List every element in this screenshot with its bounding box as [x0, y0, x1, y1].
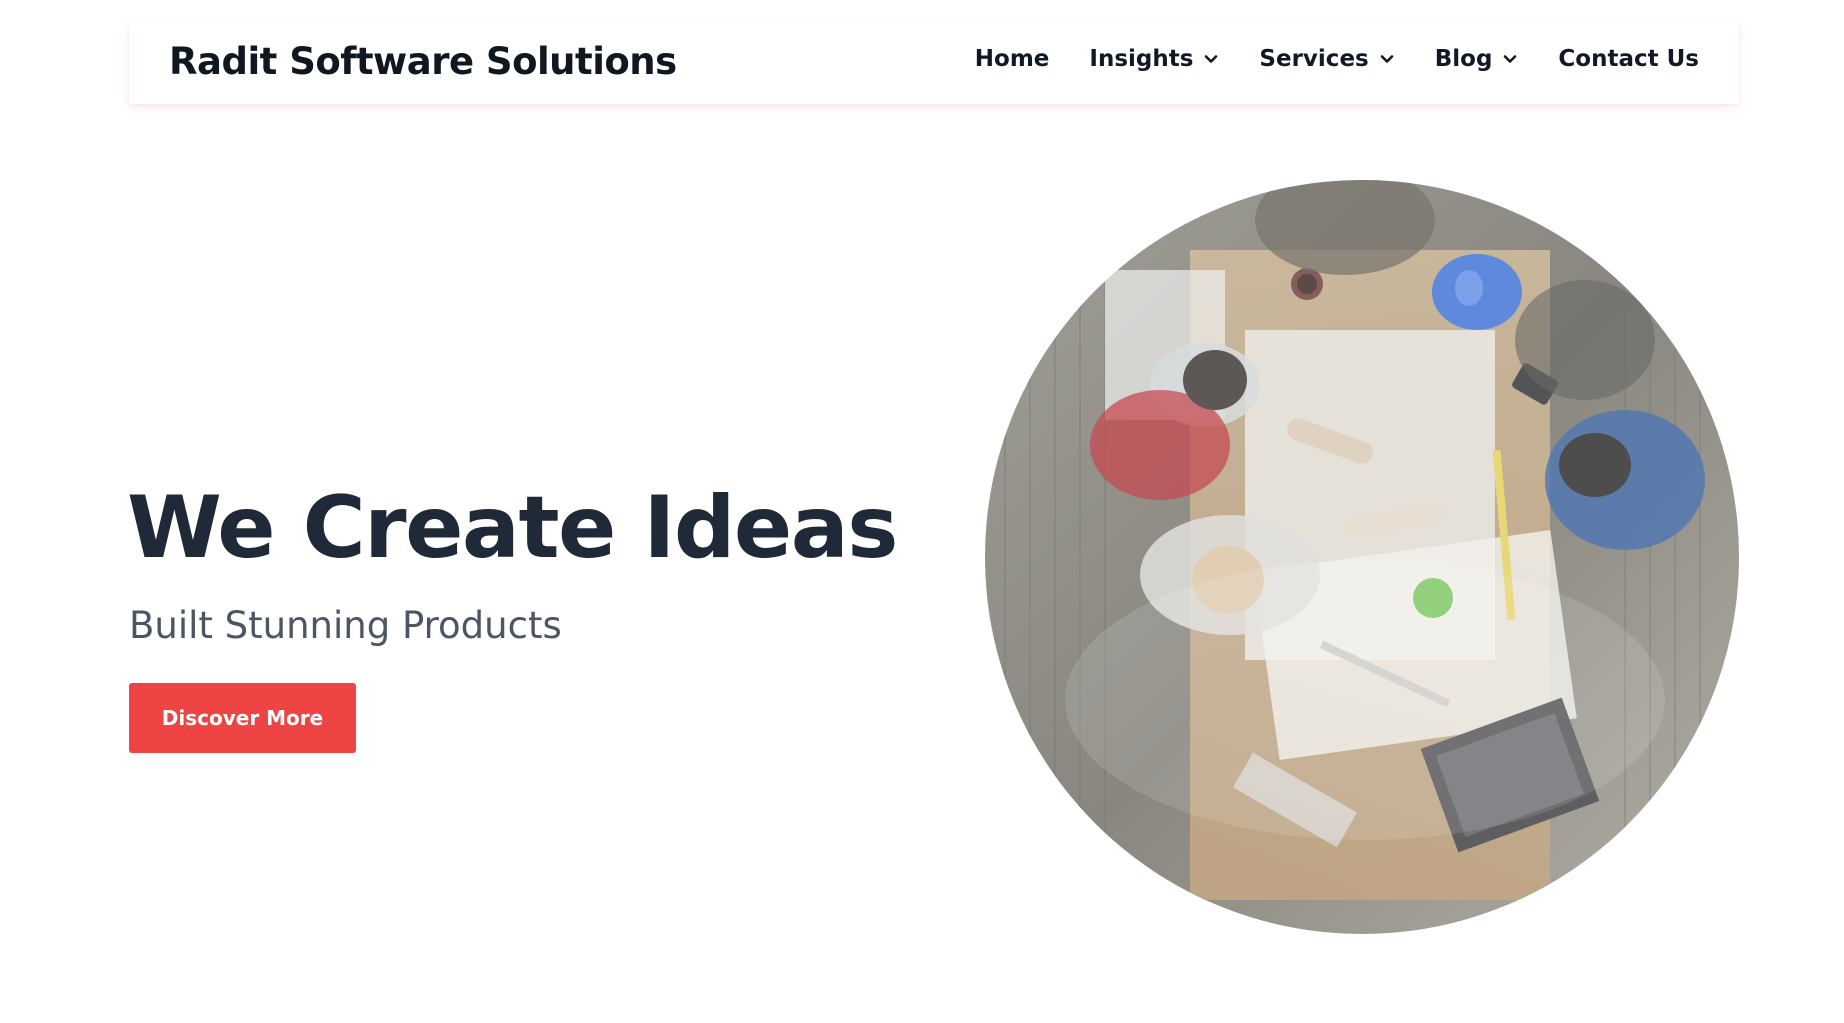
hero-image [985, 180, 1739, 934]
team-meeting-photo-icon [985, 180, 1739, 934]
chevron-down-icon [1380, 55, 1394, 63]
nav-label-insights: Insights [1089, 46, 1194, 72]
nav-label-services: Services [1259, 46, 1369, 72]
hero-subtitle: Built Stunning Products [129, 604, 562, 647]
page: Radit Software Solutions Home Insights S… [0, 0, 1844, 1023]
discover-more-button[interactable]: Discover More [129, 683, 356, 753]
nav-item-services[interactable]: Services [1259, 46, 1394, 72]
site-header: Radit Software Solutions Home Insights S… [129, 22, 1739, 104]
nav-item-home[interactable]: Home [975, 46, 1050, 72]
chevron-down-icon [1504, 55, 1517, 63]
nav-item-blog[interactable]: Blog [1435, 46, 1519, 72]
nav-label-home: Home [974, 46, 1050, 72]
nav-label-blog: Blog [1434, 46, 1493, 72]
main-nav: Home Insights Services Blog Contact Us [975, 46, 1699, 72]
brand-logo-text[interactable]: Radit Software Solutions [169, 40, 677, 83]
nav-item-insights[interactable]: Insights [1089, 46, 1219, 72]
hero-title: We Create Ideas [127, 478, 898, 578]
nav-label-contact-us: Contact Us [1558, 46, 1699, 72]
nav-item-contact-us[interactable]: Contact Us [1558, 46, 1699, 72]
chevron-down-icon [1205, 55, 1218, 63]
